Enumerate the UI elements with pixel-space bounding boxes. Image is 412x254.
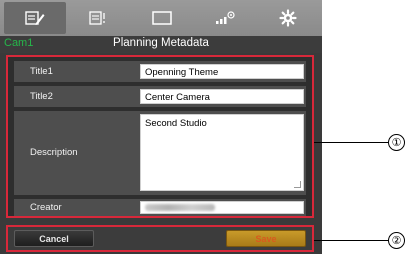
- page-title: Planning Metadata: [113, 37, 209, 49]
- clip-list-icon: [89, 11, 105, 25]
- description-value: Second Studio: [145, 118, 207, 129]
- tab-settings[interactable]: [257, 2, 319, 34]
- monitor-icon: [152, 11, 172, 25]
- metadata-form: Title1 Openning Theme Title2 Center Came…: [6, 55, 314, 218]
- description-label: Description: [30, 147, 78, 158]
- title1-label: Title1: [30, 66, 53, 77]
- tab-monitor[interactable]: [131, 2, 193, 34]
- description-row: Description Second Studio: [14, 111, 306, 195]
- tab-bar: [0, 0, 322, 36]
- resize-handle[interactable]: [294, 181, 301, 188]
- cancel-button[interactable]: Cancel: [14, 230, 94, 247]
- save-button[interactable]: Save: [226, 230, 306, 247]
- status-header: Cam1 Planning Metadata: [0, 36, 322, 53]
- creator-value-blurred: [145, 204, 215, 211]
- metadata-edit-icon: [25, 11, 45, 25]
- callout-2-badge: ②: [388, 232, 405, 249]
- title2-row: Title2 Center Camera: [14, 86, 306, 107]
- callout-1-line: [314, 142, 388, 143]
- callout-2-line: [314, 240, 388, 241]
- title2-field[interactable]: Center Camera: [140, 89, 304, 104]
- callout-1-badge: ①: [388, 134, 405, 151]
- tab-clips[interactable]: [68, 2, 130, 34]
- creator-label: Creator: [30, 202, 62, 213]
- signal-settings-icon: [216, 11, 235, 24]
- title1-row: Title1 Openning Theme: [14, 61, 306, 82]
- title2-label: Title2: [30, 91, 53, 102]
- tab-signal[interactable]: [194, 2, 256, 34]
- creator-row: Creator: [14, 199, 306, 216]
- camera-remote-screen: Cam1 Planning Metadata Title1 Openning T…: [0, 0, 322, 254]
- title1-field[interactable]: Openning Theme: [140, 64, 304, 79]
- gear-icon: [279, 9, 297, 27]
- description-field[interactable]: Second Studio: [140, 114, 304, 191]
- tab-metadata[interactable]: [4, 2, 66, 34]
- button-bar: Cancel Save: [6, 225, 314, 252]
- creator-field[interactable]: [140, 201, 304, 214]
